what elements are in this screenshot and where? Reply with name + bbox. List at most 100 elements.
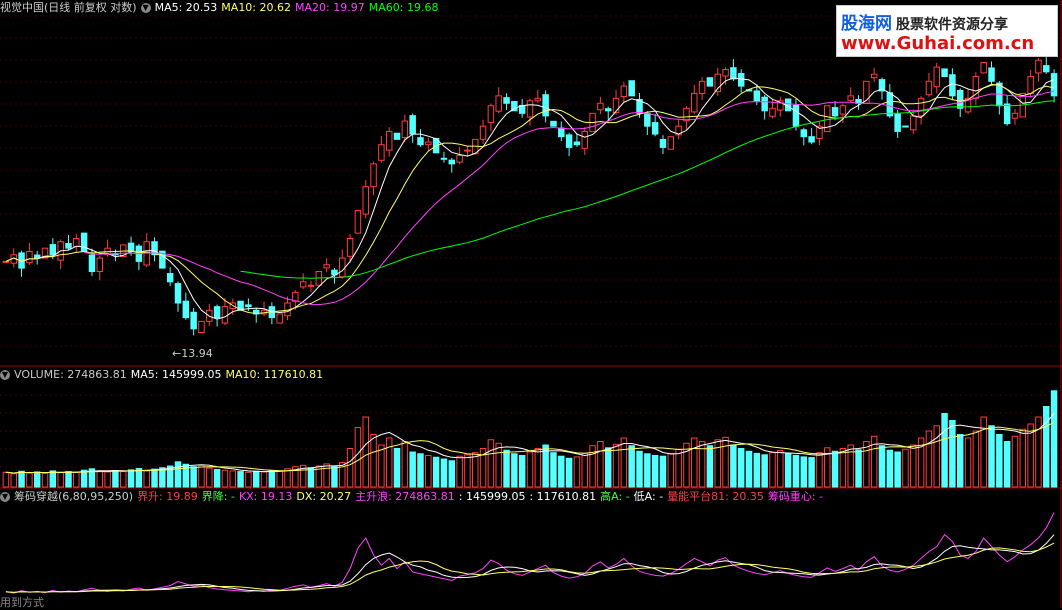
candle-body	[182, 300, 190, 319]
volume-bar	[440, 458, 448, 488]
volume-bar	[737, 448, 745, 488]
volume-bar	[456, 455, 463, 488]
candle-body	[127, 242, 135, 252]
candle-body	[464, 149, 471, 152]
dropdown-icon[interactable]: ▼	[0, 370, 10, 380]
volume-bar	[346, 448, 354, 488]
volume-bar	[159, 467, 166, 488]
candle-body	[659, 138, 667, 148]
candle-body	[534, 97, 542, 102]
volume-bar	[10, 473, 17, 488]
volume-bar	[370, 434, 377, 488]
volume-bar	[260, 471, 268, 488]
vol-ma5-readout: MA5: 145999.05	[130, 368, 222, 381]
volume-bar	[503, 449, 510, 488]
candle-body	[1027, 76, 1034, 94]
candle-body	[503, 97, 510, 104]
candle-body	[933, 66, 940, 88]
candle-body	[80, 232, 88, 252]
volume-bar	[925, 430, 933, 488]
volume-bar	[597, 441, 604, 488]
candle-body	[565, 134, 573, 148]
volume-bar	[378, 444, 385, 488]
dia-readout: 低A: -	[633, 490, 664, 503]
volume-bar	[628, 445, 635, 488]
volume-bar	[65, 471, 72, 488]
jiesheng-readout: 界升: 19.89	[137, 490, 198, 503]
volume-bar	[362, 416, 369, 488]
volume-bar	[972, 430, 980, 488]
watermark-top: 股海网 股票软件资源分享	[841, 9, 1008, 34]
volume-bar	[206, 467, 213, 488]
candle-body	[495, 95, 502, 112]
volume-bar	[18, 470, 25, 488]
volume-bar	[174, 461, 182, 488]
candle-body	[1035, 59, 1042, 74]
candle-body	[166, 273, 174, 283]
volume-bar	[1019, 428, 1027, 488]
volume-bar	[855, 449, 862, 488]
volume-bar	[41, 472, 49, 488]
volume-bar	[792, 455, 800, 488]
volume-bar	[691, 437, 698, 488]
volume-bar	[941, 413, 948, 488]
lingpingtai-readout: 量能平台81: 20.35	[667, 490, 764, 503]
volume-bar	[558, 455, 565, 488]
candle-body	[550, 120, 557, 127]
candle-body	[573, 141, 581, 146]
candle-body	[440, 157, 448, 160]
volume-bar	[73, 471, 80, 488]
volume-bar	[354, 427, 362, 488]
candle-body	[354, 209, 362, 234]
watermark-logo: 股海网 股票软件资源分享 www.Guhai.com.cn	[836, 5, 1058, 57]
candle-body	[401, 120, 409, 139]
candle-body	[808, 136, 815, 143]
volume-bar	[190, 466, 197, 488]
volume-bar	[331, 466, 338, 488]
candle-body	[956, 89, 964, 109]
volume-bar	[417, 453, 424, 488]
candle-body	[980, 61, 987, 74]
ma10-readout: MA10: 20.62	[221, 1, 292, 14]
volume-bar	[307, 467, 315, 488]
volume-bar	[847, 444, 854, 488]
volume-bar	[894, 451, 901, 488]
volume-bar	[518, 455, 526, 488]
indicator-title: 筹码穿越(6,80,95,250)	[14, 490, 134, 503]
price-header: 视觉中国(日线 前复权 对数) ▼ MA5: 20.53 MA10: 20.62 MA2…	[0, 1, 442, 15]
candle-body	[722, 68, 729, 77]
volume-bar	[675, 448, 682, 488]
volume-bar	[393, 448, 401, 488]
candle-body	[339, 257, 346, 278]
candle-body	[847, 95, 854, 101]
candle-body	[683, 107, 690, 122]
candle-body	[628, 80, 635, 97]
volume-bar	[808, 457, 815, 488]
volume-bar	[636, 450, 643, 488]
volume-bar	[730, 444, 737, 488]
dropdown-icon[interactable]: ▼	[140, 3, 151, 13]
volume-bar	[769, 452, 776, 488]
volume-bar	[996, 434, 1003, 488]
volume-bar	[104, 471, 111, 488]
candle-body	[894, 113, 901, 132]
volume-bar	[1043, 406, 1050, 488]
candle-body	[886, 92, 894, 117]
volume-bar	[464, 454, 471, 488]
candle-body	[753, 90, 761, 102]
candle-body	[604, 108, 612, 112]
volume-bar	[620, 437, 628, 488]
candle-body	[174, 283, 182, 304]
candle-body	[612, 97, 620, 114]
candle-body	[409, 115, 416, 135]
volume-bar	[706, 445, 714, 488]
candle-body	[902, 125, 909, 128]
dropdown-icon[interactable]: ▼	[0, 492, 10, 502]
candle-body	[299, 281, 307, 288]
volume-bar	[26, 472, 33, 488]
volume-bar	[831, 450, 839, 488]
volume-bar	[1050, 390, 1058, 488]
volume-bar	[604, 447, 612, 488]
volume-bar	[245, 471, 252, 488]
price-panel	[2, 57, 1058, 336]
